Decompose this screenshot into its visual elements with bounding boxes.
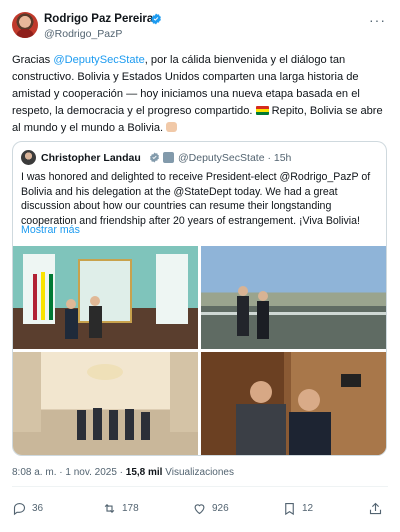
mention-link[interactable]: @DeputySecState (53, 54, 144, 66)
photo-1[interactable] (13, 246, 198, 349)
quoted-tweet-text: I was honored and delighted to receive P… (21, 171, 371, 227)
tweet-text-part: Gracias (12, 54, 54, 66)
more-icon[interactable]: ··· (369, 12, 386, 28)
tweet-text: Gracias @DeputySecState, por la cálida b… (12, 52, 386, 137)
share-icon (369, 502, 382, 514)
like-icon (194, 503, 205, 514)
bookmark-icon (285, 502, 294, 515)
tweet-meta: 8:08 a. m. · 1 nov. 2025 · 15,8 mil Visu… (12, 467, 234, 478)
repost-icon (104, 503, 115, 513)
repost-button[interactable]: 178 (102, 500, 139, 516)
verified-badge-icon (151, 13, 161, 25)
views-count: 15,8 mil (125, 467, 163, 478)
government-affiliation-icon (163, 152, 174, 163)
quoted-author-name: Christopher Landau (41, 152, 141, 164)
photo-grid (13, 246, 386, 455)
like-count: 926 (212, 502, 229, 514)
reply-button[interactable]: 36 (12, 500, 43, 516)
views-label: Visualizaciones (162, 467, 234, 478)
bookmark-button[interactable]: 12 (282, 500, 313, 516)
show-more-link[interactable]: Mostrar más (21, 224, 80, 236)
reply-icon (13, 502, 26, 515)
bookmark-count: 12 (302, 502, 314, 514)
tweet-header: Rodrigo Paz Pereira @Rodrigo_PazP ··· (12, 10, 388, 46)
share-button[interactable] (368, 500, 383, 516)
author-name[interactable]: Rodrigo Paz Pereira (44, 13, 153, 25)
quoted-tweet-header: Christopher Landau @DeputySecState · 15h (21, 150, 381, 166)
photo-3[interactable] (13, 352, 198, 455)
divider (12, 486, 388, 487)
bolivia-flag-icon (255, 106, 269, 115)
like-button[interactable]: 926 (192, 500, 229, 516)
author-avatar[interactable] (12, 12, 38, 38)
quoted-tweet[interactable]: Christopher Landau @DeputySecState · 15h… (12, 141, 387, 456)
handshake-icon (166, 122, 178, 132)
action-bar: 36 178 926 12 (12, 500, 388, 520)
quoted-author-handle: @DeputySecState · 15h (178, 152, 292, 164)
verified-badge-icon (149, 152, 160, 163)
tweet-timestamp[interactable]: 8:08 a. m. · 1 nov. 2025 · (12, 467, 126, 478)
reply-count: 36 (32, 502, 44, 514)
repost-count: 178 (122, 502, 139, 514)
photo-4[interactable] (201, 352, 386, 455)
photo-2[interactable] (201, 246, 386, 349)
quoted-author-avatar (21, 150, 36, 165)
author-handle[interactable]: @Rodrigo_PazP (44, 28, 122, 40)
